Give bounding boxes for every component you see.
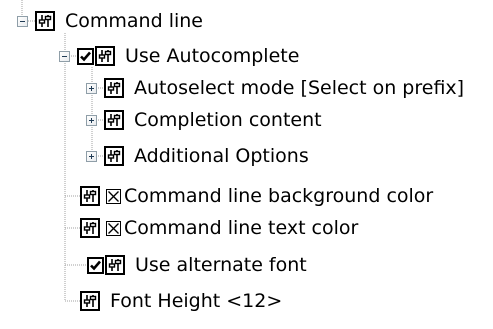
checkbox-use-alternate-font[interactable] xyxy=(87,256,104,274)
tree-item-use-alternate-font[interactable]: Use alternate font xyxy=(87,250,307,280)
checkmark-icon xyxy=(80,51,91,61)
options-tree: Command line Use Autocomplete Autoselect… xyxy=(0,0,493,329)
tree-item-label: Command line background color xyxy=(124,185,434,207)
tree-item-label: Command line xyxy=(65,10,203,32)
tree-item-use-autocomplete[interactable]: Use Autocomplete xyxy=(59,41,299,71)
color-swatch-x-icon[interactable] xyxy=(106,220,121,236)
minus-box-icon[interactable] xyxy=(59,50,70,62)
property-sliders-icon xyxy=(104,78,124,98)
color-swatch-x-icon[interactable] xyxy=(106,188,121,204)
property-sliders-icon xyxy=(104,110,124,130)
plus-box-icon[interactable] xyxy=(86,150,97,162)
checkmark-icon xyxy=(90,260,101,270)
property-sliders-icon xyxy=(80,218,100,238)
tree-item-label: Autoselect mode [Select on prefix] xyxy=(134,77,465,99)
property-sliders-icon xyxy=(35,11,55,31)
checkbox-use-autocomplete[interactable] xyxy=(77,47,94,65)
tree-item-autoselect-mode[interactable]: Autoselect mode [Select on prefix] xyxy=(86,73,464,103)
tree-item-label: Additional Options xyxy=(134,145,309,167)
property-sliders-icon xyxy=(80,291,100,311)
property-sliders-icon xyxy=(95,46,115,66)
tree-item-additional-options[interactable]: Additional Options xyxy=(86,141,309,171)
property-sliders-icon xyxy=(104,146,124,166)
tree-item-label: Command line text color xyxy=(124,217,359,239)
tree-item-command-line-text-color[interactable]: Command line text color xyxy=(80,213,358,243)
tree-item-label: Use alternate font xyxy=(135,254,307,276)
plus-box-icon[interactable] xyxy=(86,114,97,126)
plus-box-icon[interactable] xyxy=(86,82,97,94)
tree-item-command-line[interactable]: Command line xyxy=(17,6,203,36)
tree-item-font-height[interactable]: Font Height <12> xyxy=(80,286,282,316)
tree-item-label: Font Height <12> xyxy=(110,290,283,312)
tree-item-completion-content[interactable]: Completion content xyxy=(86,105,322,135)
minus-box-icon[interactable] xyxy=(17,15,28,27)
property-sliders-icon xyxy=(105,255,125,275)
tree-item-command-line-background-color[interactable]: Command line background color xyxy=(80,181,433,211)
tree-item-label: Completion content xyxy=(134,109,322,131)
property-sliders-icon xyxy=(80,186,100,206)
tree-item-label: Use Autocomplete xyxy=(125,45,300,67)
